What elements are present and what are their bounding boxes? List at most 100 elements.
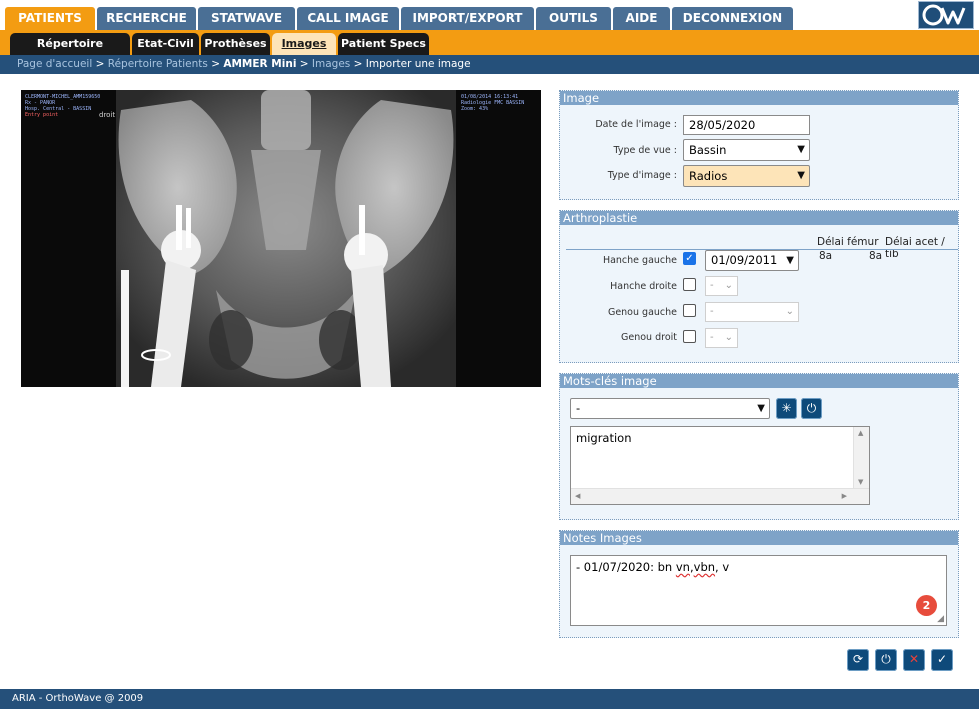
view-type-select[interactable]: Bassin ▼: [683, 139, 810, 161]
arthroplastie-panel: Arthroplastie Délai fémur Délai acet / t…: [559, 210, 959, 363]
genou-droit-checkbox[interactable]: [683, 330, 696, 343]
xray-status-text: Entry point: [25, 112, 58, 118]
notes-text-word2: vbn: [693, 560, 716, 574]
breadcrumb-separator: >: [95, 58, 105, 70]
hanche-gauche-date-value: 01/09/2011: [711, 253, 778, 267]
image-panel: Image Date de l'image : 28/05/2020 Type …: [559, 90, 959, 200]
power-icon: ⏻: [881, 652, 891, 666]
tab-patients[interactable]: PATIENTS: [5, 7, 95, 30]
scroll-up-icon[interactable]: ▲: [858, 429, 863, 437]
chevron-down-icon: ▼: [786, 255, 794, 266]
view-type-value: Bassin: [689, 143, 727, 157]
keyword-info-button[interactable]: ⏻: [801, 398, 822, 419]
genou-gauche-date-select[interactable]: - ⌄: [705, 302, 799, 322]
hanche-droite-date-select[interactable]: - ⌄: [705, 276, 738, 296]
breadcrumb-separator: >: [211, 58, 221, 70]
hanche-gauche-date-select[interactable]: 01/09/2011 ▼: [705, 250, 799, 271]
subtab-repertoire-patients[interactable]: Répertoire Patients: [10, 33, 130, 72]
date-input[interactable]: 28/05/2020: [683, 115, 810, 135]
breadcrumb-repertoire[interactable]: Répertoire Patients: [108, 58, 208, 70]
top-nav: PATIENTS RECHERCHE STATWAVE CALL IMAGE I…: [0, 0, 979, 30]
keywords-select-value: -: [576, 401, 581, 415]
notes-panel: Notes Images - 01/07/2020: bn vn,vbn, v …: [559, 530, 959, 638]
notification-badge: 2: [916, 595, 937, 616]
tab-outils[interactable]: OUTILS: [536, 7, 611, 30]
breadcrumb-separator: >: [299, 58, 309, 70]
keywords-panel-title: Mots-clés image: [560, 374, 958, 388]
scroll-right-icon[interactable]: ▶: [842, 492, 847, 500]
power-icon: ⏻: [806, 401, 817, 415]
hanche-droite-date-value: -: [710, 280, 714, 291]
breadcrumb-patient[interactable]: AMMER Mini: [223, 58, 296, 70]
chevron-down-icon: ▼: [757, 403, 765, 414]
hanche-gauche-femur: 8a: [819, 250, 833, 262]
notes-textarea[interactable]: - 01/07/2020: bn vn,vbn, v ◢: [570, 555, 947, 626]
scroll-left-icon[interactable]: ◀: [575, 492, 580, 500]
keywords-scrollbar-horizontal[interactable]: ◀ ▶: [571, 488, 869, 504]
notes-text-suffix: , v: [715, 560, 730, 574]
subtab-protheses[interactable]: Prothèses: [201, 33, 270, 55]
chevron-down-icon: ▼: [797, 170, 805, 181]
breadcrumb-separator: >: [353, 58, 363, 70]
tab-recherche[interactable]: RECHERCHE: [97, 7, 196, 30]
hanche-gauche-label: Hanche gauche: [602, 255, 677, 266]
breadcrumb-images[interactable]: Images: [312, 58, 350, 70]
chevron-down-icon: ⌄: [724, 280, 733, 291]
keywords-textarea[interactable]: migration ▲ ▼ ◀ ▶: [570, 426, 870, 505]
refresh-icon: ⟳: [852, 652, 864, 666]
hanche-droite-checkbox[interactable]: [683, 278, 696, 291]
breadcrumb: Page d'accueil > Répertoire Patients > A…: [0, 55, 979, 74]
keywords-panel: Mots-clés image - ▼ ✳ ⏻ migration ▲ ▼ ◀ …: [559, 373, 959, 520]
tab-statwave[interactable]: STATWAVE: [198, 7, 295, 30]
notes-text-word1: vn: [675, 560, 690, 574]
hanche-gauche-checkbox[interactable]: ✓: [683, 252, 696, 265]
validate-button[interactable]: ✓: [931, 649, 953, 671]
keywords-select[interactable]: - ▼: [570, 398, 770, 419]
orthowave-logo: [918, 1, 974, 29]
arthroplastie-panel-title: Arthroplastie: [560, 211, 958, 225]
tab-call-image[interactable]: CALL IMAGE: [297, 7, 399, 30]
xray-side-label: droit: [99, 111, 115, 119]
sub-nav: Répertoire Patients Etat-Civil Prothèses…: [0, 30, 979, 72]
close-icon: ✕: [908, 652, 920, 666]
chevron-down-icon: ⌄: [785, 306, 794, 317]
breadcrumb-home[interactable]: Page d'accueil: [17, 58, 92, 70]
scroll-down-icon[interactable]: ▼: [858, 478, 863, 486]
breadcrumb-current: Importer une image: [365, 58, 471, 70]
refresh-button[interactable]: ⟳: [847, 649, 869, 671]
date-label: Date de l'image :: [595, 119, 677, 130]
keywords-text: migration: [576, 431, 632, 445]
cancel-button[interactable]: ✕: [903, 649, 925, 671]
view-type-label: Type de vue :: [613, 145, 677, 156]
subtab-images[interactable]: Images: [272, 33, 336, 55]
genou-gauche-date-value: -: [710, 306, 714, 317]
tab-deconnexion[interactable]: DECONNEXION: [672, 7, 793, 30]
checkmark-icon: ✓: [936, 652, 948, 666]
image-type-select[interactable]: Radios ▼: [683, 165, 810, 187]
hanche-droite-label: Hanche droite: [610, 281, 677, 292]
sparkle-icon: ✳: [781, 401, 792, 415]
resize-handle-icon[interactable]: ◢: [937, 614, 944, 624]
notes-text-prefix: - 01/07/2020: bn: [576, 560, 676, 574]
col-acet-header: Délai acet / tib: [885, 236, 945, 260]
image-type-value: Radios: [689, 169, 728, 183]
hanche-gauche-acet: 8a: [869, 250, 883, 262]
svg-text:Zoom: 43%: Zoom: 43%: [461, 106, 488, 112]
chevron-down-icon: ▼: [797, 144, 805, 155]
genou-droit-date-value: -: [710, 332, 714, 343]
footer-text: ARIA - OrthoWave @ 2009: [12, 693, 144, 704]
subtab-etat-civil[interactable]: Etat-Civil: [132, 33, 199, 55]
genou-droit-date-select[interactable]: - ⌄: [705, 328, 738, 348]
subtab-patient-specs[interactable]: Patient Specs: [338, 33, 429, 55]
genou-gauche-checkbox[interactable]: [683, 304, 696, 317]
chevron-down-icon: ⌄: [724, 332, 733, 343]
tab-import-export[interactable]: IMPORT/EXPORT: [401, 7, 534, 30]
tab-aide[interactable]: AIDE: [613, 7, 670, 30]
image-panel-title: Image: [560, 91, 958, 105]
add-keyword-button[interactable]: ✳: [776, 398, 797, 419]
notes-panel-title: Notes Images: [560, 531, 958, 545]
col-femur-header: Délai fémur: [817, 236, 879, 248]
pelvis-radiograph: CLERMONT-MICHEL_AMM159650 Rx - PANOR Hos…: [21, 90, 541, 387]
genou-droit-label: Genou droit: [621, 332, 677, 343]
info-button[interactable]: ⏻: [875, 649, 897, 671]
